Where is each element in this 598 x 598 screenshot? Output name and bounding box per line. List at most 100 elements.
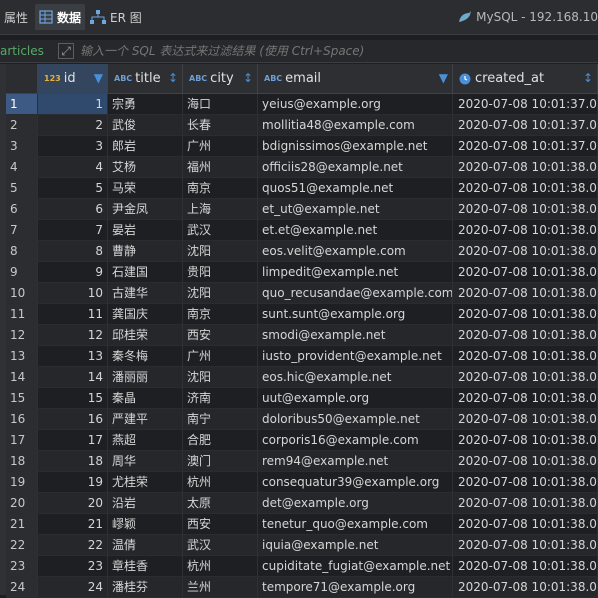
column-header-id[interactable]: 123 id ▼ — [38, 64, 108, 94]
row-number-cell[interactable]: 23 — [6, 556, 38, 577]
sort-icon[interactable]: ↕ — [583, 71, 593, 85]
id-cell[interactable]: 14 — [38, 367, 108, 388]
email-cell[interactable]: et_ut@example.net — [258, 199, 453, 220]
row-number-cell[interactable]: 4 — [6, 157, 38, 178]
city-cell[interactable]: 武汉 — [183, 220, 258, 241]
table-row[interactable]: 2 2 武俊 长春 mollitia48@example.com 2020-07-08 1… — [6, 115, 598, 136]
city-cell[interactable]: 杭州 — [183, 472, 258, 493]
email-cell[interactable]: iusto_provident@example.net — [258, 346, 453, 367]
row-number-cell[interactable]: 12 — [6, 325, 38, 346]
table-row[interactable]: 15 15 秦晶 济南 uut@example.org 2020-07-08 10:01:… — [6, 388, 598, 409]
row-number-cell[interactable]: 22 — [6, 535, 38, 556]
email-cell[interactable]: eos.hic@example.net — [258, 367, 453, 388]
email-cell[interactable]: quos51@example.net — [258, 178, 453, 199]
row-number-cell[interactable]: 10 — [6, 283, 38, 304]
column-header-email[interactable]: ABC email ▼ — [258, 64, 453, 94]
email-cell[interactable]: consequatur39@example.org — [258, 472, 453, 493]
table-row[interactable]: 12 12 邱桂荣 西安 smodi@example.net 2020-07-08 10:… — [6, 325, 598, 346]
table-row[interactable]: 1 1 宗勇 海口 yeius@example.org 2020-07-08 10:01:… — [6, 94, 598, 115]
city-cell[interactable]: 南宁 — [183, 409, 258, 430]
email-cell[interactable]: eos.velit@example.com — [258, 241, 453, 262]
id-cell[interactable]: 4 — [38, 157, 108, 178]
title-cell[interactable]: 秦晶 — [108, 388, 183, 409]
connection-indicator[interactable]: MySQL - 192.168.10 — [457, 4, 598, 30]
table-row[interactable]: 11 11 龚国庆 南京 sunt.sunt@example.org 2020-07-08… — [6, 304, 598, 325]
city-cell[interactable]: 西安 — [183, 514, 258, 535]
title-cell[interactable]: 宗勇 — [108, 94, 183, 115]
created-at-cell[interactable]: 2020-07-08 10:01:38.0 — [453, 304, 598, 325]
title-cell[interactable]: 郎岩 — [108, 136, 183, 157]
title-cell[interactable]: 温倩 — [108, 535, 183, 556]
city-cell[interactable]: 广州 — [183, 346, 258, 367]
title-cell[interactable]: 尤桂荣 — [108, 472, 183, 493]
id-cell[interactable]: 9 — [38, 262, 108, 283]
city-cell[interactable]: 太原 — [183, 493, 258, 514]
created-at-cell[interactable]: 2020-07-08 10:01:38.0 — [453, 535, 598, 556]
title-cell[interactable]: 马荣 — [108, 178, 183, 199]
filter-input[interactable] — [80, 41, 598, 61]
table-row[interactable]: 23 23 章桂香 杭州 cupiditate_fugiat@example.net 20… — [6, 556, 598, 577]
table-row[interactable]: 14 14 潘丽丽 沈阳 eos.hic@example.net 2020-07-08 1… — [6, 367, 598, 388]
city-cell[interactable]: 沈阳 — [183, 367, 258, 388]
tab-data[interactable]: 数据 — [35, 4, 86, 30]
table-row[interactable]: 7 7 晏岩 武汉 et.et@example.net 2020-07-08 10:01:… — [6, 220, 598, 241]
row-number-cell[interactable]: 14 — [6, 367, 38, 388]
created-at-cell[interactable]: 2020-07-08 10:01:38.0 — [453, 178, 598, 199]
city-cell[interactable]: 沈阳 — [183, 241, 258, 262]
title-cell[interactable]: 周华 — [108, 451, 183, 472]
city-cell[interactable]: 南京 — [183, 304, 258, 325]
city-cell[interactable]: 上海 — [183, 199, 258, 220]
tab-properties[interactable]: 属性 — [4, 4, 28, 30]
email-cell[interactable]: corporis16@example.com — [258, 430, 453, 451]
email-cell[interactable]: smodi@example.net — [258, 325, 453, 346]
row-number-cell[interactable]: 20 — [6, 493, 38, 514]
title-cell[interactable]: 邱桂荣 — [108, 325, 183, 346]
id-cell[interactable]: 8 — [38, 241, 108, 262]
table-row[interactable]: 5 5 马荣 南京 quos51@example.net 2020-07-08 10:01… — [6, 178, 598, 199]
row-number-cell[interactable]: 16 — [6, 409, 38, 430]
created-at-cell[interactable]: 2020-07-08 10:01:38.0 — [453, 472, 598, 493]
city-cell[interactable]: 贵阳 — [183, 262, 258, 283]
table-row[interactable]: 19 19 尤桂荣 杭州 consequatur39@example.org 2020-0… — [6, 472, 598, 493]
row-number-cell[interactable]: 6 — [6, 199, 38, 220]
email-cell[interactable]: yeius@example.org — [258, 94, 453, 115]
id-cell[interactable]: 10 — [38, 283, 108, 304]
city-cell[interactable]: 武汉 — [183, 535, 258, 556]
title-cell[interactable]: 沿岩 — [108, 493, 183, 514]
email-cell[interactable]: uut@example.org — [258, 388, 453, 409]
row-number-cell[interactable]: 11 — [6, 304, 38, 325]
title-cell[interactable]: 尹金凤 — [108, 199, 183, 220]
title-cell[interactable]: 古建华 — [108, 283, 183, 304]
row-number-cell[interactable]: 2 — [6, 115, 38, 136]
sort-icon[interactable]: ↕ — [168, 71, 178, 85]
row-number-cell[interactable]: 8 — [6, 241, 38, 262]
table-row[interactable]: 20 20 沿岩 太原 det@example.org 2020-07-08 10:01:… — [6, 493, 598, 514]
title-cell[interactable]: 晏岩 — [108, 220, 183, 241]
table-row[interactable]: 21 21 嵺颖 西安 tenetur_quo@example.com 2020-07-0… — [6, 514, 598, 535]
id-cell[interactable]: 6 — [38, 199, 108, 220]
table-row[interactable]: 17 17 燕超 合肥 corporis16@example.com 2020-07-08… — [6, 430, 598, 451]
email-cell[interactable]: limpedit@example.net — [258, 262, 453, 283]
row-number-cell[interactable]: 7 — [6, 220, 38, 241]
table-row[interactable]: 6 6 尹金凤 上海 et_ut@example.net 2020-07-08 10:01… — [6, 199, 598, 220]
email-cell[interactable]: bdignissimos@example.net — [258, 136, 453, 157]
title-cell[interactable]: 曹静 — [108, 241, 183, 262]
title-cell[interactable]: 潘丽丽 — [108, 367, 183, 388]
table-row[interactable]: 8 8 曹静 沈阳 eos.velit@example.com 2020-07-08 10… — [6, 241, 598, 262]
table-row[interactable]: 10 10 古建华 沈阳 quo_recusandae@example.com 2020-… — [6, 283, 598, 304]
email-cell[interactable]: quo_recusandae@example.com — [258, 283, 453, 304]
city-cell[interactable]: 西安 — [183, 325, 258, 346]
column-header-city[interactable]: ABC city ↕ — [183, 64, 258, 94]
created-at-cell[interactable]: 2020-07-08 10:01:37.0 — [453, 94, 598, 115]
title-cell[interactable]: 严建平 — [108, 409, 183, 430]
created-at-cell[interactable]: 2020-07-08 10:01:37.0 — [453, 115, 598, 136]
row-number-cell[interactable]: 18 — [6, 451, 38, 472]
email-cell[interactable]: mollitia48@example.com — [258, 115, 453, 136]
table-row[interactable]: 16 16 严建平 南宁 doloribus50@example.net 2020-07-… — [6, 409, 598, 430]
sort-filter-icon[interactable]: ▼ — [94, 71, 103, 85]
table-row[interactable]: 9 9 石建国 贵阳 limpedit@example.net 2020-07-08 10… — [6, 262, 598, 283]
title-cell[interactable]: 龚国庆 — [108, 304, 183, 325]
city-cell[interactable]: 长春 — [183, 115, 258, 136]
table-row[interactable]: 13 13 秦冬梅 广州 iusto_provident@example.net 2020… — [6, 346, 598, 367]
id-cell[interactable]: 23 — [38, 556, 108, 577]
